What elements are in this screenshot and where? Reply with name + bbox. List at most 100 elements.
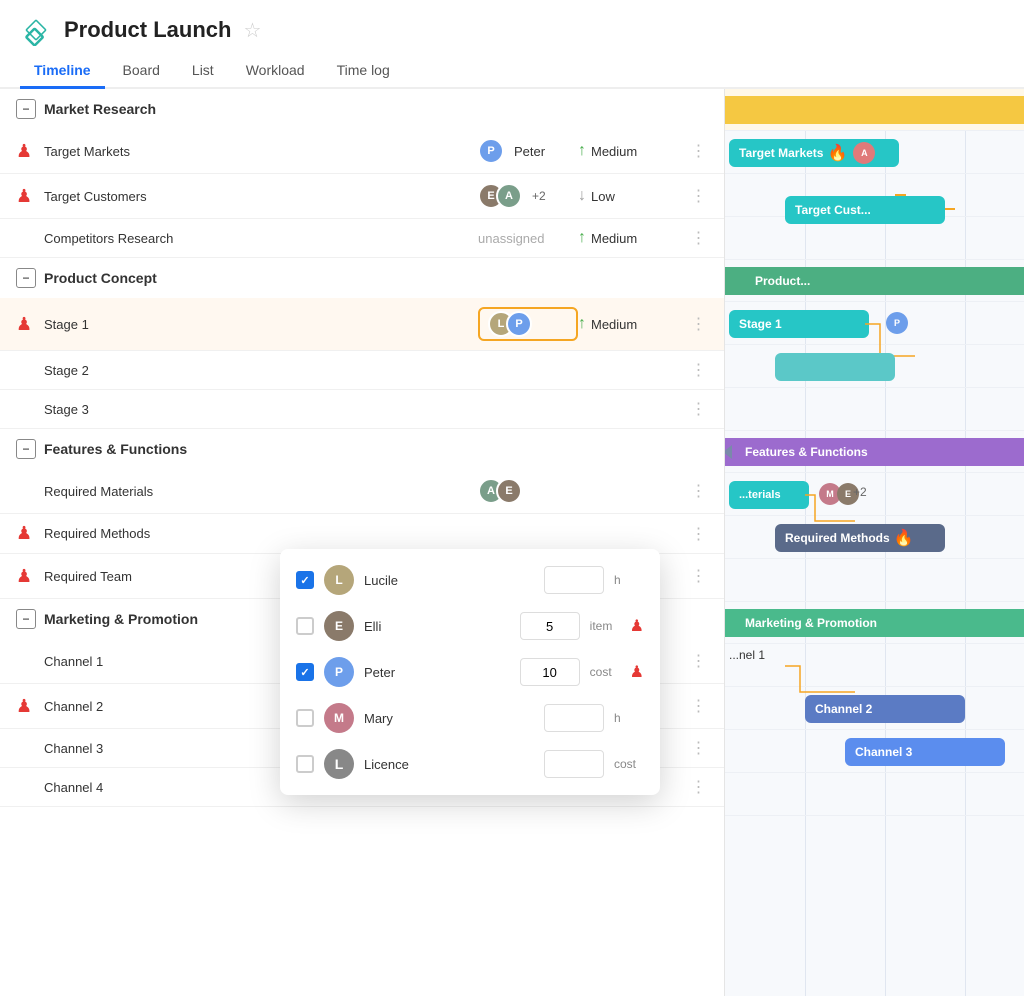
task-row: ♟ Target Customers E A +2 ↓ Low ⋮	[0, 174, 724, 219]
name-lucile: Lucile	[364, 573, 534, 588]
priority-cell: ↓ Low	[578, 187, 688, 205]
name-elli: Elli	[364, 619, 510, 634]
main-container: − Market Research ♟ Target Markets P Pet…	[0, 89, 1024, 996]
bar-label: Target Cust...	[795, 203, 871, 217]
group-title: Product Concept	[44, 270, 157, 286]
unit-licence: cost	[614, 757, 644, 771]
more-button[interactable]: ⋮	[688, 651, 708, 671]
input-elli[interactable]	[520, 612, 580, 640]
input-peter[interactable]	[520, 658, 580, 686]
tab-workload[interactable]: Workload	[232, 54, 319, 89]
more-button[interactable]: ⋮	[688, 314, 708, 334]
group-toggle[interactable]: −	[16, 609, 36, 629]
more-button[interactable]: ⋮	[688, 481, 708, 501]
group-features: − Features & Functions	[0, 429, 724, 469]
plus-count-rm: +2	[853, 485, 867, 499]
bar-label: Features & Functions	[735, 445, 868, 459]
dropdown-item-mary: M Mary h	[280, 695, 660, 741]
gantt-bar-stage1: Stage 1	[729, 310, 869, 338]
bar-label: Marketing & Promotion	[735, 616, 877, 630]
checkbox-mary[interactable]	[296, 709, 314, 727]
more-button[interactable]: ⋮	[688, 141, 708, 161]
priority-label: Medium	[591, 231, 637, 246]
gantt-bar-required-materials: ...terials	[729, 481, 809, 509]
group-toggle[interactable]: −	[16, 268, 36, 288]
checkbox-peter[interactable]	[296, 663, 314, 681]
task-row-required-methods: ♟ Required Methods ⋮	[0, 514, 724, 554]
more-button[interactable]: ⋮	[688, 186, 708, 206]
more-button[interactable]: ⋮	[688, 228, 708, 248]
checkbox-lucile[interactable]	[296, 571, 314, 589]
avatar-elli: E	[324, 611, 354, 641]
unit-elli: item	[590, 619, 620, 633]
bar-label: Required Methods	[785, 531, 890, 545]
more-button[interactable]: ⋮	[688, 696, 708, 716]
gantt-row-channel4	[725, 773, 1024, 816]
gantt-bar-product-concept: Product...	[725, 267, 1024, 295]
person-icon-elli: ♟	[630, 616, 644, 636]
task-name: Target Markets	[40, 144, 478, 159]
task-name: Required Materials	[40, 484, 478, 499]
task-row: Competitors Research unassigned ↑ Medium…	[0, 219, 724, 258]
priority-up-icon: ↑	[578, 229, 586, 247]
person-icon-peter: ♟	[630, 662, 644, 682]
assignee-cell-orange[interactable]: L P	[478, 307, 578, 341]
tab-timelog[interactable]: Time log	[323, 54, 404, 89]
dropdown-item-peter: P Peter cost ♟	[280, 649, 660, 695]
priority-cell: ↑ Medium	[578, 142, 688, 160]
gantt-row-stage1: Stage 1 P	[725, 302, 1024, 345]
gantt-avatar-stage1: P	[886, 312, 908, 334]
tab-board[interactable]: Board	[109, 54, 174, 89]
star-icon[interactable]: ☆	[243, 18, 261, 43]
person-icon: ♟	[16, 523, 32, 544]
group-toggle[interactable]: −	[16, 99, 36, 119]
checkbox-elli[interactable]	[296, 617, 314, 635]
name-peter: Peter	[364, 665, 510, 680]
bar-label: Product...	[735, 274, 810, 288]
dropdown-item-lucile: L Lucile h	[280, 557, 660, 603]
task-row: ♟ Target Markets P Peter ↑ Medium ⋮	[0, 129, 724, 174]
person-icon: ♟	[16, 186, 32, 207]
priority-label: Low	[591, 189, 615, 204]
more-button[interactable]: ⋮	[688, 738, 708, 758]
priority-down-icon: ↓	[578, 187, 586, 205]
tab-list[interactable]: List	[178, 54, 228, 89]
group-title: Features & Functions	[44, 441, 187, 457]
gantt-bar-stage2	[775, 353, 895, 381]
triangle-left-icon[interactable]	[725, 445, 732, 459]
priority-cell: ↑ Medium	[578, 229, 688, 247]
fire-icon-methods: 🔥	[894, 528, 914, 548]
task-name: Stage 3	[40, 402, 478, 417]
gantt-row-channel1: ...nel 1	[725, 644, 1024, 687]
group-product-concept: − Product Concept	[0, 258, 724, 298]
unassigned-label: unassigned	[478, 231, 545, 246]
gantt-row-required-methods: Required Methods 🔥	[725, 516, 1024, 559]
unit-mary: h	[614, 711, 644, 725]
group-market-research: − Market Research	[0, 89, 724, 129]
gantt-row-features-header: Features & Functions	[725, 431, 1024, 473]
gantt-row-required-team	[725, 559, 1024, 602]
task-row: Stage 3 ⋮	[0, 390, 724, 429]
input-licence[interactable]	[544, 750, 604, 778]
gantt-row-channel3: Channel 3	[725, 730, 1024, 773]
gantt-row-required-materials: ...terials M E +2	[725, 473, 1024, 516]
input-mary[interactable]	[544, 704, 604, 732]
more-button[interactable]: ⋮	[688, 524, 708, 544]
app-logo	[20, 14, 52, 46]
bar-label: Stage 1	[739, 317, 782, 331]
more-button[interactable]: ⋮	[688, 360, 708, 380]
dropdown-item-licence: L Licence cost	[280, 741, 660, 787]
more-button[interactable]: ⋮	[688, 566, 708, 586]
checkbox-licence[interactable]	[296, 755, 314, 773]
group-toggle[interactable]: −	[16, 439, 36, 459]
tab-timeline[interactable]: Timeline	[20, 54, 105, 89]
task-name: Stage 1	[40, 317, 478, 332]
more-button[interactable]: ⋮	[688, 777, 708, 797]
gantt-area: Target Markets 🔥 A Target Cust...	[725, 89, 1024, 996]
input-lucile[interactable]	[544, 566, 604, 594]
gantt-bar-required-methods: Required Methods 🔥	[775, 524, 945, 552]
avatar-group: A E	[478, 478, 514, 504]
task-name: Competitors Research	[40, 231, 478, 246]
gantt-bar-channel3: Channel 3	[845, 738, 1005, 766]
more-button[interactable]: ⋮	[688, 399, 708, 419]
